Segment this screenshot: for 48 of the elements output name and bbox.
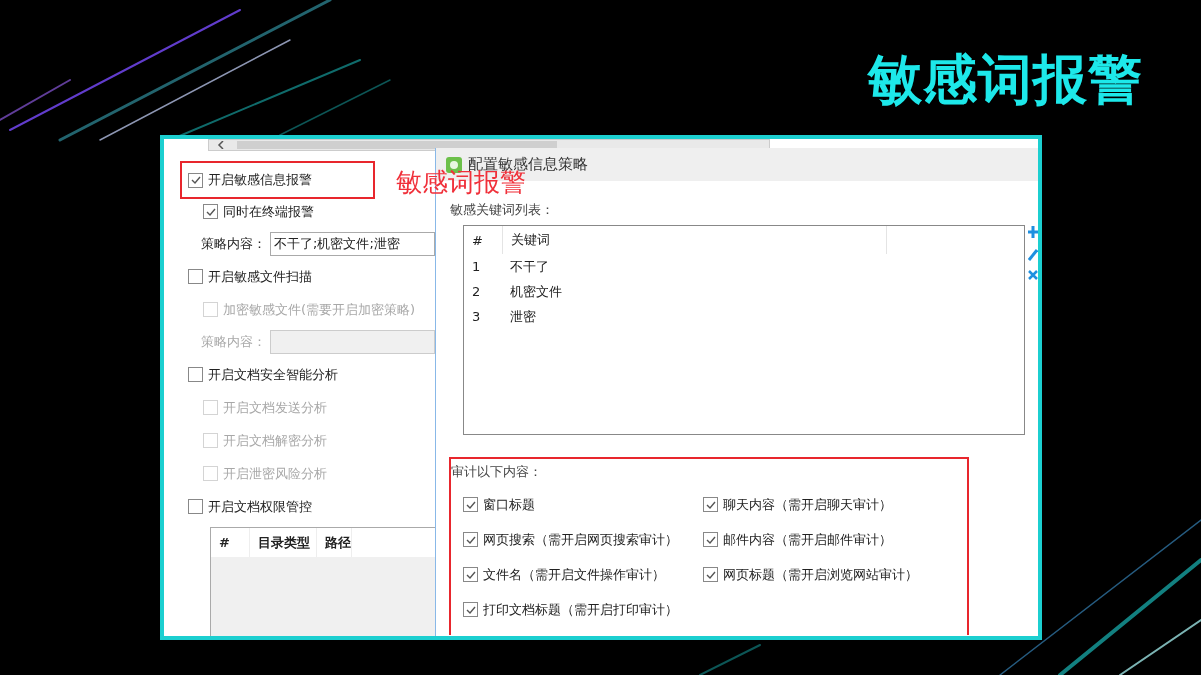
column-header[interactable]: # bbox=[464, 226, 503, 254]
checkbox[interactable] bbox=[703, 567, 718, 582]
checkbox-label: 聊天内容（需开启聊天审计） bbox=[723, 495, 892, 514]
group-label: 审计以下内容： bbox=[451, 463, 543, 481]
column-header[interactable]: 关键词 bbox=[503, 226, 887, 254]
table-cell-text: 2 bbox=[471, 284, 482, 299]
checkbox[interactable] bbox=[463, 532, 478, 547]
field-label: 策略内容： bbox=[201, 235, 266, 253]
checkbox[interactable] bbox=[463, 497, 478, 512]
checkbox[interactable] bbox=[463, 602, 478, 617]
checkbox[interactable] bbox=[703, 497, 718, 512]
checkbox-label: 开启敏感文件扫描 bbox=[208, 267, 312, 286]
checkbox-label: 网页标题（需开启浏览网站审计） bbox=[723, 565, 918, 584]
checkbox[interactable] bbox=[188, 269, 203, 284]
checkbox-label: 开启文档权限管控 bbox=[208, 497, 312, 516]
checkbox[interactable] bbox=[463, 567, 478, 582]
checkbox-label: 开启泄密风险分析 bbox=[223, 464, 327, 483]
list-label: 敏感关键词列表： bbox=[450, 201, 555, 219]
checkbox-label: 邮件内容（需开启邮件审计） bbox=[723, 530, 892, 549]
input-field[interactable]: 不干了;机密文件;泄密 bbox=[270, 232, 435, 256]
slide-title: 敏感词报警 bbox=[866, 47, 1144, 113]
field-label: 策略内容： bbox=[201, 333, 266, 351]
edit-icon[interactable] bbox=[1028, 247, 1038, 261]
table-cell-text: 1 bbox=[471, 259, 482, 274]
checkbox-label: 开启文档安全智能分析 bbox=[208, 365, 338, 384]
checkbox-label: 文件名（需开启文件操作审计） bbox=[483, 565, 665, 584]
checkbox-label: 开启敏感信息报警 bbox=[208, 171, 312, 189]
column-header[interactable]: # bbox=[211, 528, 250, 557]
checkbox[interactable] bbox=[203, 204, 218, 219]
checkbox-label: 开启文档发送分析 bbox=[223, 398, 327, 417]
table-cell-text: 泄密 bbox=[509, 307, 537, 326]
table-cell-text: 机密文件 bbox=[509, 282, 563, 301]
table-cell-text: 3 bbox=[471, 309, 482, 324]
column-header[interactable]: 路径 bbox=[317, 528, 352, 557]
checkbox[interactable] bbox=[188, 367, 203, 382]
checkbox-label: 窗口标题 bbox=[483, 495, 535, 514]
checkbox[interactable] bbox=[703, 532, 718, 547]
delete-icon[interactable] bbox=[1028, 269, 1038, 281]
checkbox-label: 网页搜索（需开启网页搜索审计） bbox=[483, 530, 678, 549]
checkbox-label: 同时在终端报警 bbox=[223, 202, 314, 221]
table-cell-text: 不干了 bbox=[509, 257, 550, 276]
checkbox-label: 开启文档解密分析 bbox=[223, 431, 327, 450]
checkbox[interactable] bbox=[188, 499, 203, 514]
checkbox[interactable] bbox=[188, 172, 203, 188]
checkbox-label: 加密敏感文件(需要开启加密策略) bbox=[223, 300, 416, 319]
add-icon[interactable] bbox=[1028, 225, 1038, 239]
checkbox-label: 打印文档标题（需开启打印审计） bbox=[483, 600, 678, 619]
column-header[interactable]: 目录类型 bbox=[250, 528, 317, 557]
